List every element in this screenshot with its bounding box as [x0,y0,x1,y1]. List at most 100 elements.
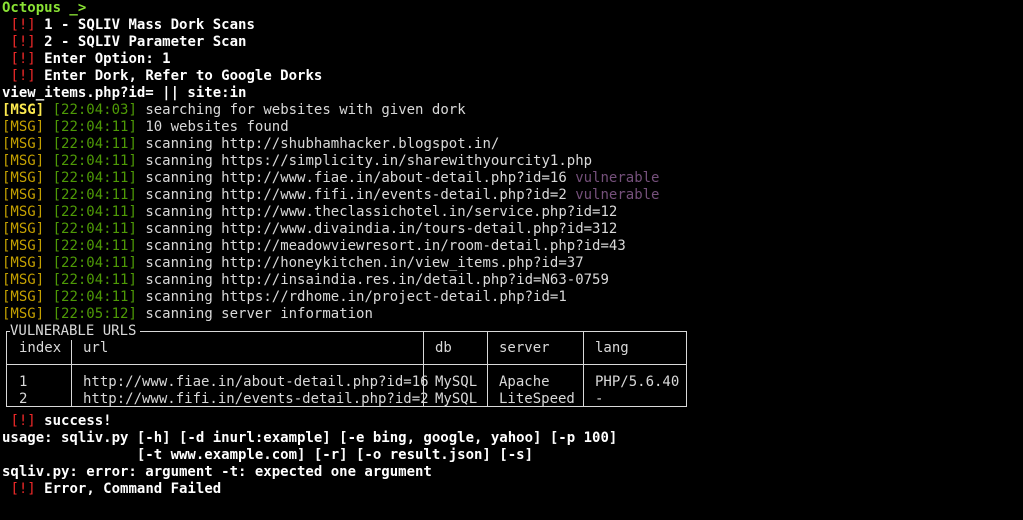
usage-line-1: usage: sqliv.py [-h] [-d inurl:example] … [2,430,1023,447]
log-text: scanning http://meadowviewresort.in/room… [145,238,626,254]
col-divider [487,332,488,406]
log-text: scanning http://www.fiae.in/about-detail… [145,170,567,186]
log-line: [MSG] [22:04:11] scanning https://simpli… [2,153,1023,170]
msg-tag: [MSG] [2,306,45,322]
cell-db: MySQL [435,374,478,390]
bang-tag: [!] [10,481,36,497]
header-lang: lang [595,340,629,356]
terminal-window[interactable]: Octopus _> [!] 1 - SQLIV Mass Dork Scans… [0,0,1023,520]
bang-tag: [!] [10,413,36,429]
log-text: scanning https://simplicity.in/sharewith… [145,153,593,169]
bang-tag: [!] [10,17,36,33]
cell-lang: PHP/5.6.40 [595,374,680,390]
bang-tag: [!] [10,68,36,84]
msg-tag: [MSG] [2,204,45,220]
table-border: index url db server lang 1 http://www.fi… [6,331,687,407]
log-line: [MSG] [22:05:12] scanning server informa… [2,306,1023,323]
log-text: scanning server information [145,306,373,322]
log-line: [MSG] [22:04:11] scanning https://rdhome… [2,289,1023,306]
log-line: [MSG] [22:04:11] scanning http://shubham… [2,136,1023,153]
error-text: sqliv.py: error: argument -t: expected o… [2,464,432,480]
vulnerable-urls-table: index url db server lang 1 http://www.fi… [6,323,687,407]
log-text: scanning http://www.divaindia.in/tours-d… [145,221,618,237]
log-line: [MSG] [22:04:11] scanning http://www.div… [2,221,1023,238]
final-error-line: [!] Error, Command Failed [2,481,1023,498]
bang-tag: [!] [10,34,36,50]
bang-tag: [!] [10,51,36,67]
timestamp: [22:04:11] [52,170,137,186]
msg-tag: [MSG] [2,255,45,271]
header-db: db [435,340,452,356]
log-text: scanning http://insaindia.res.in/detail.… [145,272,609,288]
timestamp: [22:04:11] [52,204,137,220]
final-error-text: Error, Command Failed [44,481,222,497]
log-line: [MSG] [22:04:11] scanning http://www.fif… [2,187,1023,204]
menu-line: [!] 2 - SQLIV Parameter Scan [2,34,1023,51]
cell-index: 1 [19,374,28,390]
log-text: 10 websites found [145,119,289,135]
menu-line: [!] Enter Dork, Refer to Google Dorks [2,68,1023,85]
timestamp: [22:05:12] [52,306,137,322]
log-line: [MSG] [22:04:11] scanning http://meadowv… [2,238,1023,255]
log-text: searching for websites with given dork [145,102,466,118]
log-text: scanning http://shubhamhacker.blogspot.i… [145,136,500,152]
success-line: [!] success! [2,413,1023,430]
vulnerable-flag: vulnerable [575,170,660,186]
log-line: [MSG] [22:04:11] 10 websites found [2,119,1023,136]
cell-server: Apache [499,374,550,390]
log-text: scanning http://honeykitchen.in/view_ite… [145,255,584,271]
log-text: scanning https://rdhome.in/project-detai… [145,289,567,305]
msg-tag: [MSG] [2,102,45,118]
cell-db: MySQL [435,391,478,407]
timestamp: [22:04:11] [52,187,137,203]
log-line: [MSG] [22:04:11] scanning http://honeyki… [2,255,1023,272]
header-server: server [499,340,550,356]
menu-text: 1 - SQLIV Mass Dork Scans [44,17,255,33]
menu-text: Enter Dork, Refer to Google Dorks [44,68,323,84]
msg-tag: [MSG] [2,170,45,186]
header-index: index [19,340,62,356]
header-divider [7,364,686,365]
timestamp: [22:04:03] [52,102,137,118]
menu-block: [!] 1 - SQLIV Mass Dork Scans [!] 2 - SQ… [2,17,1023,85]
cell-lang: - [595,391,604,407]
msg-tag: [MSG] [2,119,45,135]
prompt-text: Octopus _> [2,0,87,16]
timestamp: [22:04:11] [52,255,137,271]
cell-server: LiteSpeed [499,391,575,407]
menu-line: [!] 1 - SQLIV Mass Dork Scans [2,17,1023,34]
cell-index: 2 [19,391,28,407]
msg-tag: [MSG] [2,272,45,288]
col-divider [71,332,72,406]
usage-text: [-t www.example.com] [-r] [-o result.jso… [2,447,534,463]
msg-tag: [MSG] [2,221,45,237]
log-line: [MSG] [22:04:11] scanning http://insaind… [2,272,1023,289]
cell-url: http://www.fifi.in/events-detail.php?id=… [83,391,429,407]
log-line: [MSG] [22:04:11] scanning http://www.fia… [2,170,1023,187]
timestamp: [22:04:11] [52,221,137,237]
success-text: success! [44,413,112,429]
scan-log: [MSG] [22:04:03] searching for websites … [2,102,1023,323]
vulnerable-flag: vulnerable [575,187,660,203]
timestamp: [22:04:11] [52,136,137,152]
error-line: sqliv.py: error: argument -t: expected o… [2,464,1023,481]
log-line: [MSG] [22:04:03] searching for websites … [2,102,1023,119]
log-text: scanning http://www.theclassichotel.in/s… [145,204,618,220]
dork-input-line: view_items.php?id= || site:in [2,85,1023,102]
usage-line-2: [-t www.example.com] [-r] [-o result.jso… [2,447,1023,464]
msg-tag: [MSG] [2,289,45,305]
header-url: url [83,340,109,356]
menu-text: Enter Option: 1 [44,51,171,67]
col-divider [583,332,584,406]
menu-text: 2 - SQLIV Parameter Scan [44,34,247,50]
shell-prompt: Octopus _> [2,0,1023,17]
log-line: [MSG] [22:04:11] scanning http://www.the… [2,204,1023,221]
menu-line: [!] Enter Option: 1 [2,51,1023,68]
msg-tag: [MSG] [2,238,45,254]
timestamp: [22:04:11] [52,238,137,254]
timestamp: [22:04:11] [52,153,137,169]
timestamp: [22:04:11] [52,272,137,288]
msg-tag: [MSG] [2,187,45,203]
cell-url: http://www.fiae.in/about-detail.php?id=1… [83,374,429,390]
usage-text: usage: sqliv.py [-h] [-d inurl:example] … [2,430,618,446]
